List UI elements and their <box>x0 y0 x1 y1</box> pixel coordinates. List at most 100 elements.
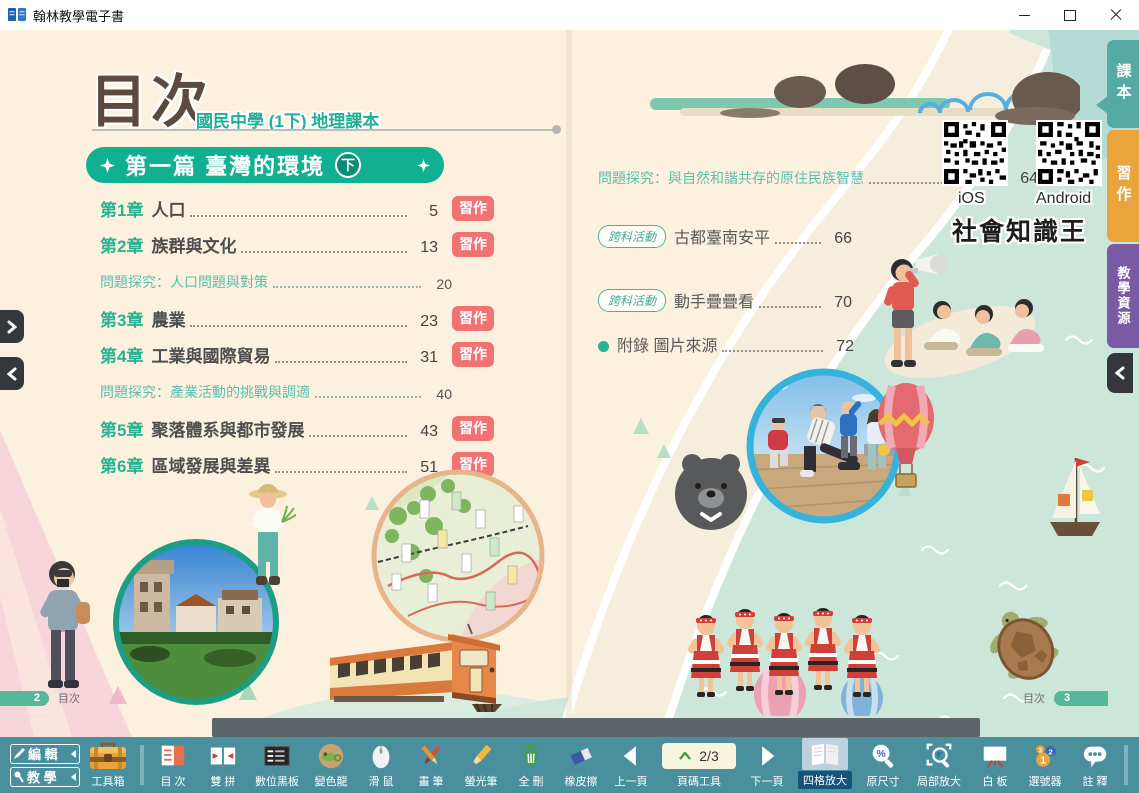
eraser-button[interactable]: 橡皮擦 <box>556 737 606 793</box>
divider-dot <box>552 125 561 134</box>
original-size-icon: % <box>868 740 898 772</box>
page-number: 40 <box>426 386 452 402</box>
window-title: 翰林教學電子書 <box>33 6 124 25</box>
toc-row-activity2[interactable]: 跨科活動 動手疊疊看 70 <box>598 288 852 312</box>
chapter-number: 第1章 <box>100 196 143 221</box>
next-page-icon <box>754 740 780 772</box>
close-button[interactable] <box>1093 0 1139 30</box>
page-tabs-button[interactable]: 頁 籤 <box>1132 737 1139 793</box>
toc-button[interactable]: 目 次 <box>148 737 198 793</box>
title-bar: 翰林教學電子書 <box>0 0 1139 30</box>
workbook-badge[interactable]: 習作 <box>452 306 494 331</box>
toc-row-explore1[interactable]: 問題探究：人口問題與對策 20 <box>100 262 452 300</box>
qr-app-name: 社會知識王 <box>952 212 1087 248</box>
chameleon-icon <box>316 740 346 772</box>
svg-text:2: 2 <box>1049 748 1053 757</box>
toc-row-chapter5[interactable]: 第5章 聚落體系與都市發展 43 習作 <box>100 410 494 446</box>
book-spread: 目次 國民中學 (1下) 地理課本 第一篇 臺灣的環境 下 第1章 人口 5 習… <box>0 30 1139 737</box>
page-number: 13 <box>412 239 438 257</box>
workbook-badge[interactable]: 習作 <box>452 232 494 257</box>
region-zoom-button[interactable]: 局部放大 <box>908 737 970 793</box>
activity-title: 動手疊疊看 <box>674 288 754 312</box>
chapter-title: 區域發展與差異 <box>151 452 270 477</box>
chevron-left-icon <box>1115 366 1125 380</box>
page-number: 23 <box>412 313 438 331</box>
highlighter-button[interactable]: 螢光筆 <box>456 737 506 793</box>
toc-row-appendix[interactable]: 附錄 圖片來源 72 <box>598 332 854 356</box>
number-picker-icon: 321 <box>1030 740 1060 772</box>
toc-row-chapter4[interactable]: 第4章 工業與國際貿易 31 習作 <box>100 336 494 372</box>
aboriginal-dancers-illustration <box>686 596 882 714</box>
toc-row-chapter1[interactable]: 第1章 人口 5 習作 <box>100 190 494 226</box>
qr-label-android: Android <box>1036 190 1091 208</box>
close-icon <box>1110 9 1122 21</box>
expand-panel-button[interactable] <box>0 310 24 343</box>
teach-mode-button[interactable]: 教 學 <box>10 767 80 787</box>
leader-dots <box>190 325 407 327</box>
workbook-badge[interactable]: 習作 <box>452 196 494 221</box>
delete-all-button[interactable]: 全 刪 <box>506 737 556 793</box>
tab-workbook[interactable]: 習作 <box>1107 130 1139 242</box>
dual-page-button[interactable]: 雙 拼 <box>198 737 248 793</box>
tab-textbook[interactable]: 課本 <box>1107 40 1139 128</box>
digital-blackboard-button[interactable]: 數位黑板 <box>248 737 306 793</box>
footer-label: 目次 <box>1023 690 1045 706</box>
section-banner: 第一篇 臺灣的環境 下 <box>86 147 444 183</box>
sidebar-collapse-button[interactable] <box>1107 353 1133 393</box>
leader-dots <box>315 396 421 398</box>
whiteboard-icon <box>980 740 1010 772</box>
leader-dots <box>190 215 407 217</box>
sea-turtle-illustration <box>978 604 1070 696</box>
tab-label: 教學資源 <box>1114 266 1133 326</box>
annotation-button[interactable]: 註 釋 <box>1070 737 1120 793</box>
toc-row-activity1[interactable]: 跨科活動 古都臺南安平 66 <box>598 224 852 248</box>
whiteboard-button[interactable]: 白 板 <box>970 737 1020 793</box>
hiker-illustration <box>24 552 100 704</box>
window-controls <box>1001 0 1139 30</box>
toc-icon <box>158 740 188 772</box>
explore-title: 問題探究：與自然和諧共存的原住民族智慧 <box>598 168 864 188</box>
chevron-up-icon <box>679 752 691 760</box>
collapse-panel-button[interactable] <box>0 357 24 390</box>
toc-row-chapter3[interactable]: 第3章 農業 23 習作 <box>100 300 494 336</box>
trash-icon <box>516 740 546 772</box>
workbook-badge[interactable]: 習作 <box>452 342 494 367</box>
maximize-button[interactable] <box>1047 0 1093 30</box>
chapter-title: 人口 <box>151 196 185 221</box>
toolbox-button[interactable]: 工具箱 <box>80 737 136 793</box>
volume-badge: 下 <box>335 152 361 178</box>
page-number-tool[interactable]: 2/3 頁碼工具 <box>656 737 742 793</box>
title-divider <box>92 129 554 131</box>
page-number: 64 <box>1012 170 1038 188</box>
mode-label: 教 學 <box>27 767 57 786</box>
toolbar-separator <box>1124 745 1128 785</box>
quad-zoom-icon <box>802 738 848 770</box>
mouse-button[interactable]: 滑 鼠 <box>356 737 406 793</box>
toc-row-explore2[interactable]: 問題探究：產業活動的挑戰與調適 40 <box>100 372 452 410</box>
page-number: 70 <box>826 294 852 312</box>
activity-title: 古都臺南安平 <box>674 224 770 248</box>
mouse-icon <box>366 740 396 772</box>
page-indicator-value: 2/3 <box>699 748 718 764</box>
pen-button[interactable]: 畫 筆 <box>406 737 456 793</box>
edit-mode-button[interactable]: 編 輯 <box>10 744 80 764</box>
chapter-number: 第6章 <box>100 452 143 477</box>
number-picker-button[interactable]: 321 選號器 <box>1020 737 1070 793</box>
original-size-button[interactable]: % 原尺寸 <box>858 737 908 793</box>
prev-page-button[interactable]: 上一頁 <box>606 737 656 793</box>
page-number-pill: 2 <box>0 691 49 706</box>
page-number: 31 <box>412 349 438 367</box>
cross-subject-tag: 跨科活動 <box>598 225 666 248</box>
dual-page-icon <box>208 740 238 772</box>
minimize-button[interactable] <box>1001 0 1047 30</box>
star-icon <box>417 159 430 172</box>
quad-zoom-button[interactable]: 四格放大 <box>792 737 858 793</box>
chameleon-button[interactable]: 變色龍 <box>306 737 356 793</box>
leader-dots <box>275 361 407 363</box>
tab-teaching-resources[interactable]: 教學資源 <box>1107 244 1139 348</box>
appendix-bullet <box>598 341 609 352</box>
toc-row-chapter2[interactable]: 第2章 族群與文化 13 習作 <box>100 226 494 262</box>
next-page-button[interactable]: 下一頁 <box>742 737 792 793</box>
page-footer-right: 目次 3 <box>1014 690 1108 706</box>
workbook-badge[interactable]: 習作 <box>452 416 494 441</box>
